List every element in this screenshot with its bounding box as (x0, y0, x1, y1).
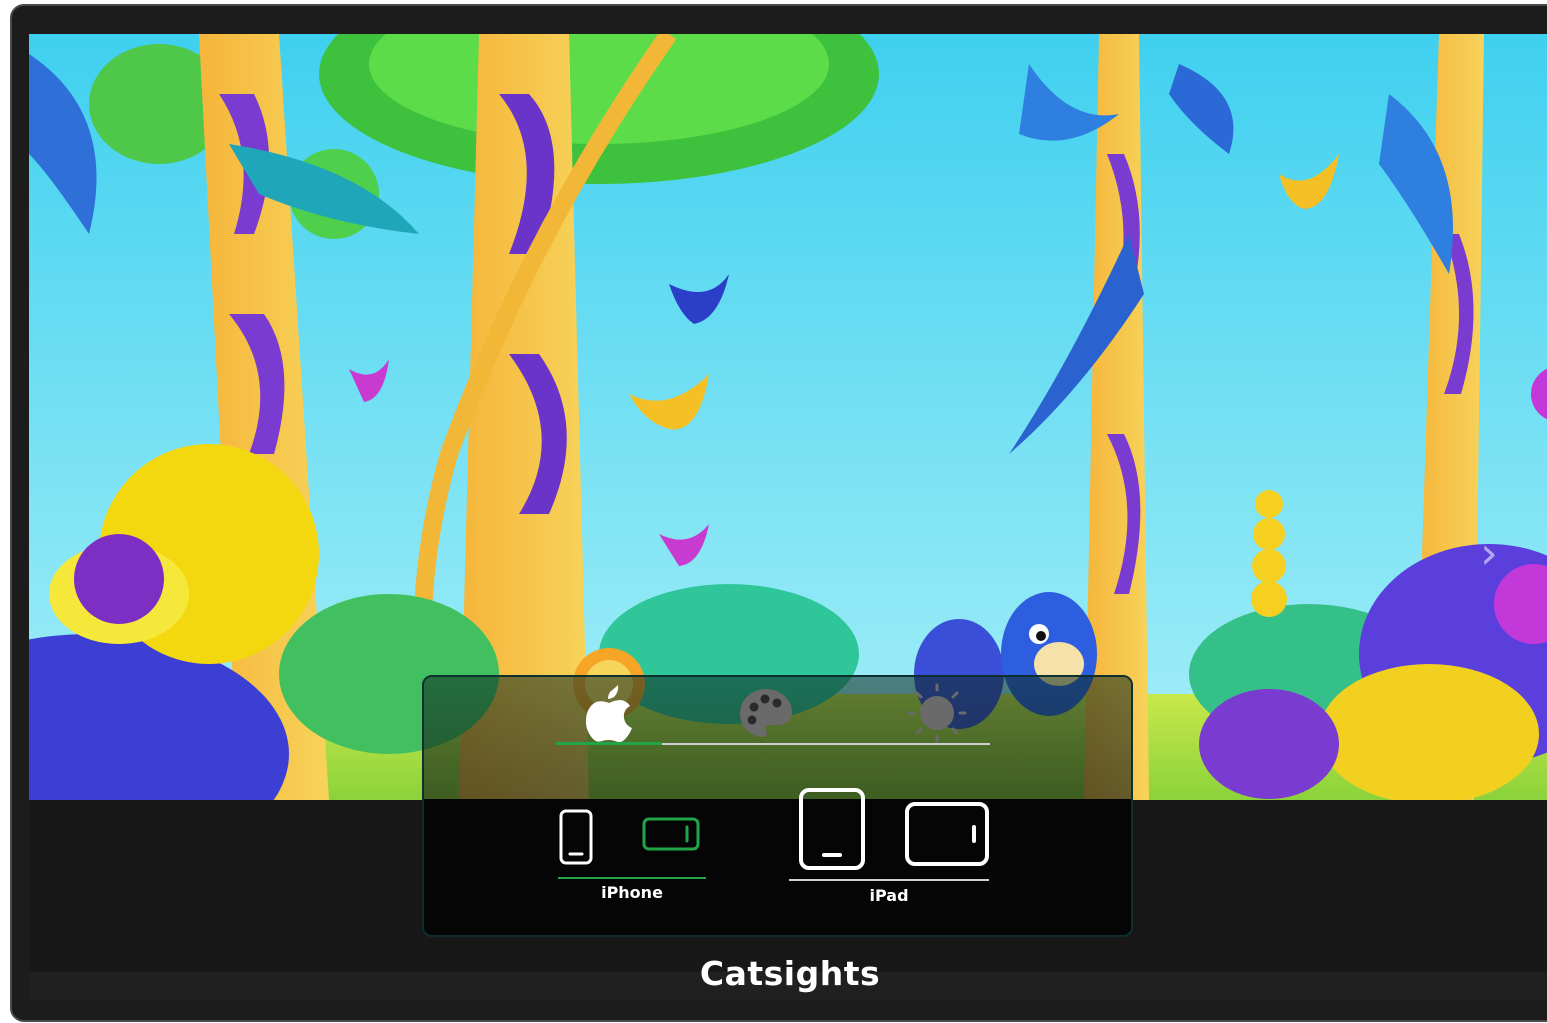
tab-active-indicator (556, 742, 662, 745)
brightness-icon[interactable] (907, 683, 967, 743)
chevron-right-icon[interactable]: › (1459, 524, 1519, 584)
phone-landscape-icon[interactable] (642, 817, 700, 851)
tablet-landscape-icon[interactable] (904, 801, 990, 867)
palette-icon[interactable] (736, 683, 796, 743)
ipad-label[interactable]: iPad (789, 886, 989, 905)
iphone-label[interactable]: iPhone (558, 883, 706, 902)
tablet-portrait-icon[interactable] (798, 787, 866, 871)
settings-panel: iPhone iPad (422, 675, 1133, 937)
panel-devices-area (424, 799, 1131, 935)
brand-logo: Catsights (699, 954, 881, 993)
apple-icon[interactable] (579, 683, 639, 743)
iphone-group-indicator (558, 877, 706, 879)
ipad-group-divider (789, 879, 989, 881)
phone-portrait-icon[interactable] (559, 809, 593, 865)
